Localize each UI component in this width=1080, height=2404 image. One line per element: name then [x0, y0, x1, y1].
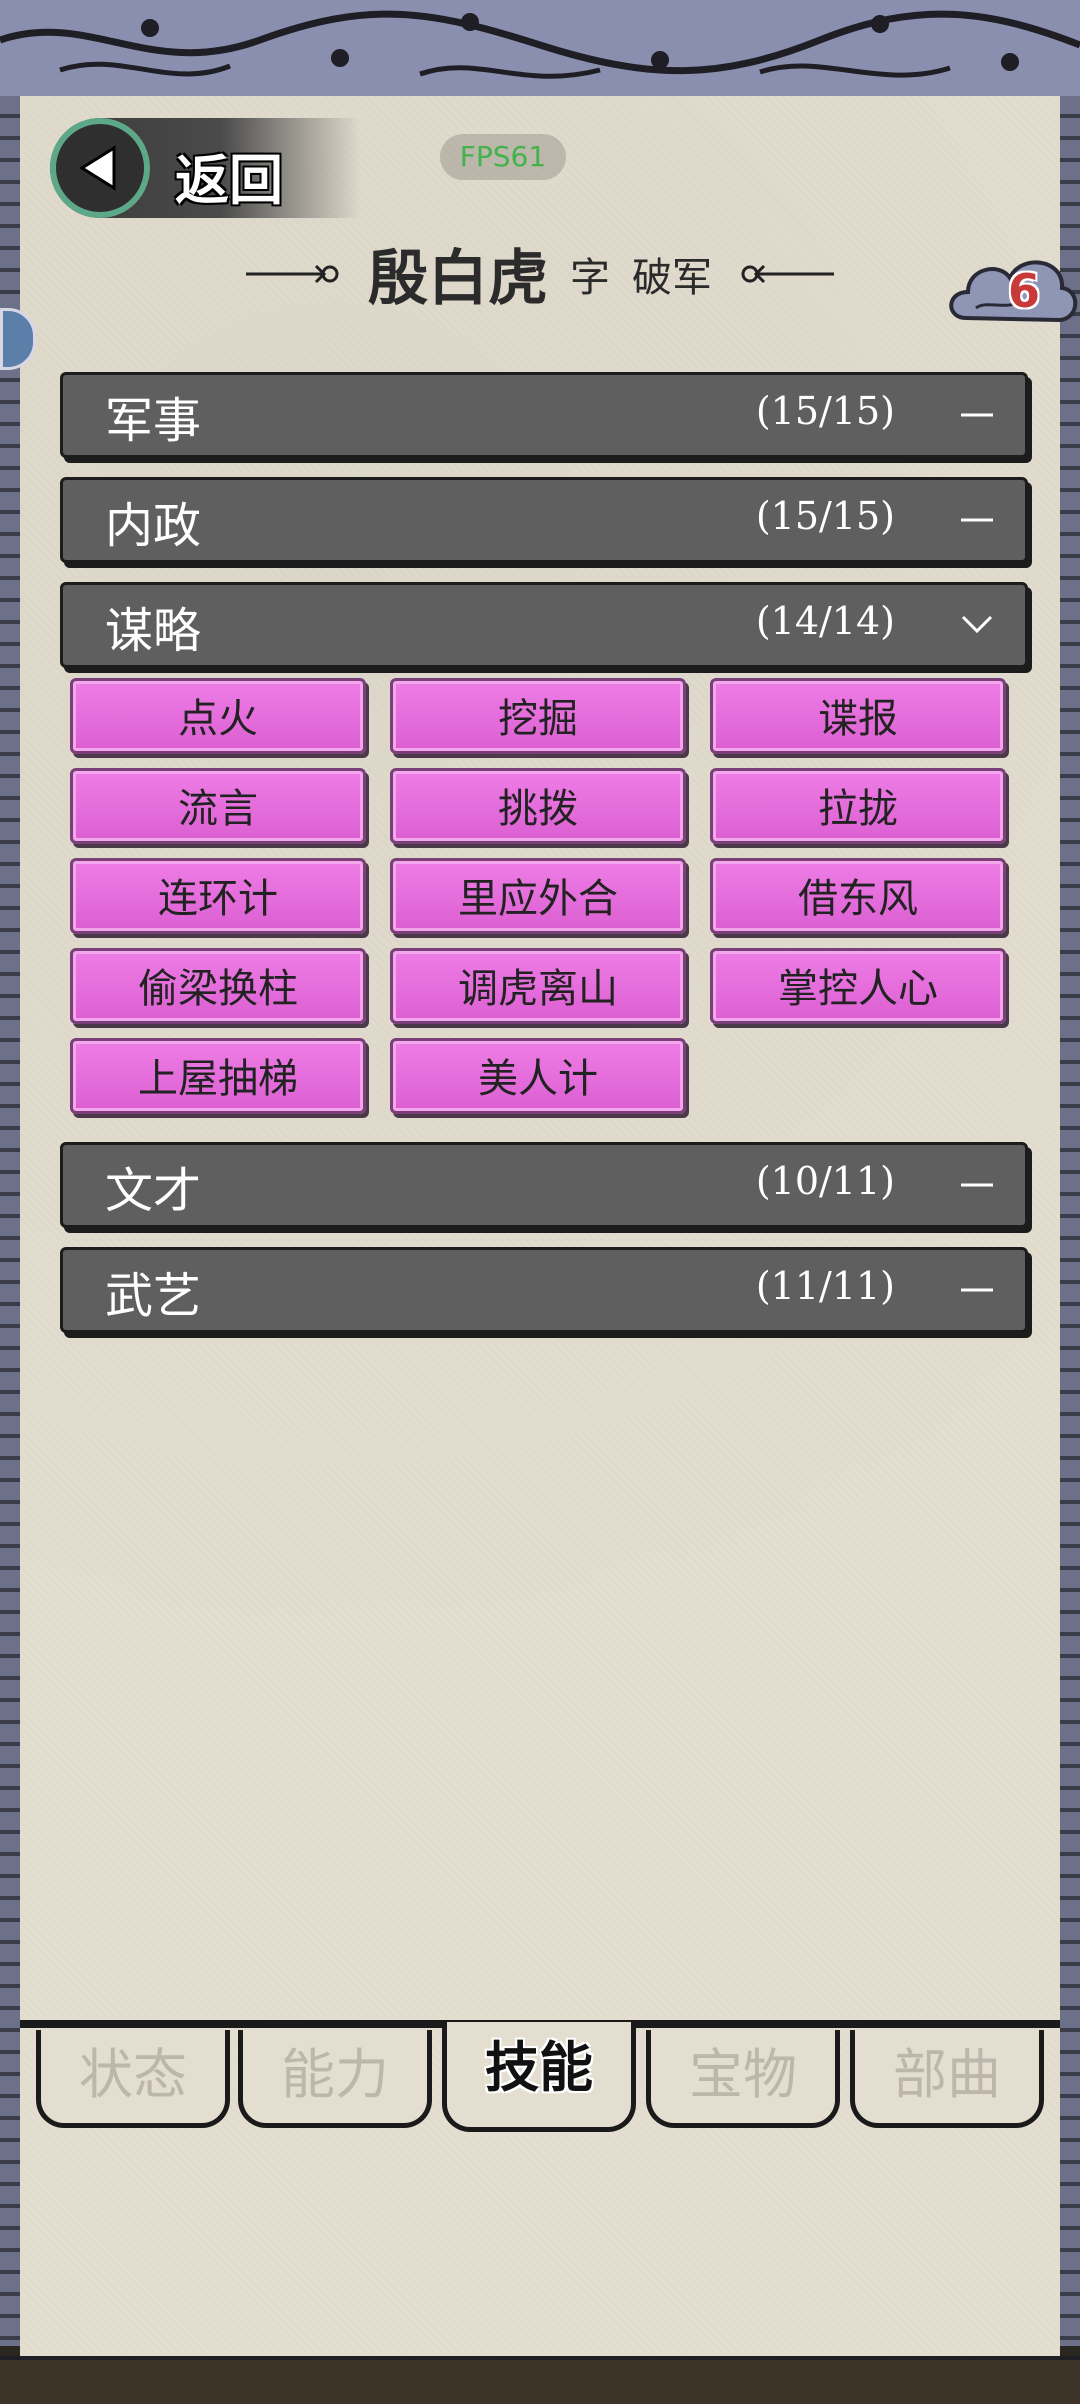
- tab-status[interactable]: 状态: [36, 2030, 230, 2128]
- tab-skills[interactable]: 技能: [442, 2022, 636, 2132]
- section-count: (11/11): [755, 1264, 895, 1308]
- skill-button[interactable]: 美人计: [390, 1038, 686, 1114]
- collapse-dash-icon: [961, 413, 993, 417]
- skill-button[interactable]: 调虎离山: [390, 948, 686, 1024]
- skill-button[interactable]: 流言: [70, 768, 366, 844]
- section-count: (15/15): [755, 389, 895, 433]
- section-martial[interactable]: 武艺 (11/11): [60, 1247, 1028, 1333]
- skill-button[interactable]: 偷梁换柱: [70, 948, 366, 1024]
- tab-troops[interactable]: 部曲: [850, 2030, 1044, 2128]
- collapse-dash-icon: [961, 1183, 993, 1187]
- tab-ability[interactable]: 能力: [238, 2030, 432, 2128]
- section-literary[interactable]: 文才 (10/11): [60, 1142, 1028, 1228]
- section-domestic[interactable]: 内政 (15/15): [60, 477, 1028, 563]
- chevron-down-icon: [961, 615, 993, 634]
- section-title: 内政: [105, 498, 202, 554]
- section-count: (15/15): [755, 494, 895, 538]
- section-title: 军事: [105, 393, 202, 449]
- section-count: (10/11): [755, 1159, 895, 1203]
- fps-counter: FPS61: [440, 134, 566, 180]
- section-military[interactable]: 军事 (15/15): [60, 372, 1028, 458]
- section-count: (14/14): [755, 599, 895, 643]
- collapse-dash-icon: [961, 518, 993, 522]
- section-strategy[interactable]: 谋略 (14/14): [60, 582, 1028, 668]
- cloud-badge[interactable]: 6: [946, 248, 1080, 344]
- section-title: 文才: [105, 1163, 202, 1219]
- section-title: 武艺: [105, 1268, 202, 1324]
- skill-button[interactable]: 挖掘: [390, 678, 686, 754]
- skill-button[interactable]: 连环计: [70, 858, 366, 934]
- skill-button[interactable]: 谍报: [710, 678, 1006, 754]
- top-decorative-border: [0, 0, 1080, 102]
- skill-button[interactable]: 点火: [70, 678, 366, 754]
- skill-button[interactable]: 拉拢: [710, 768, 1006, 844]
- bottom-frame: [0, 2356, 1080, 2404]
- section-title: 谋略: [105, 603, 202, 659]
- collapse-dash-icon: [961, 1288, 993, 1292]
- tab-treasure[interactable]: 宝物: [646, 2030, 840, 2128]
- cloud-count: 6: [1008, 264, 1041, 318]
- skill-button[interactable]: 挑拨: [390, 768, 686, 844]
- right-frame: [1057, 96, 1080, 2346]
- skill-button[interactable]: 里应外合: [390, 858, 686, 934]
- skill-button[interactable]: 借东风: [710, 858, 1006, 934]
- skill-button[interactable]: 掌控人心: [710, 948, 1006, 1024]
- skill-button[interactable]: 上屋抽梯: [70, 1038, 366, 1114]
